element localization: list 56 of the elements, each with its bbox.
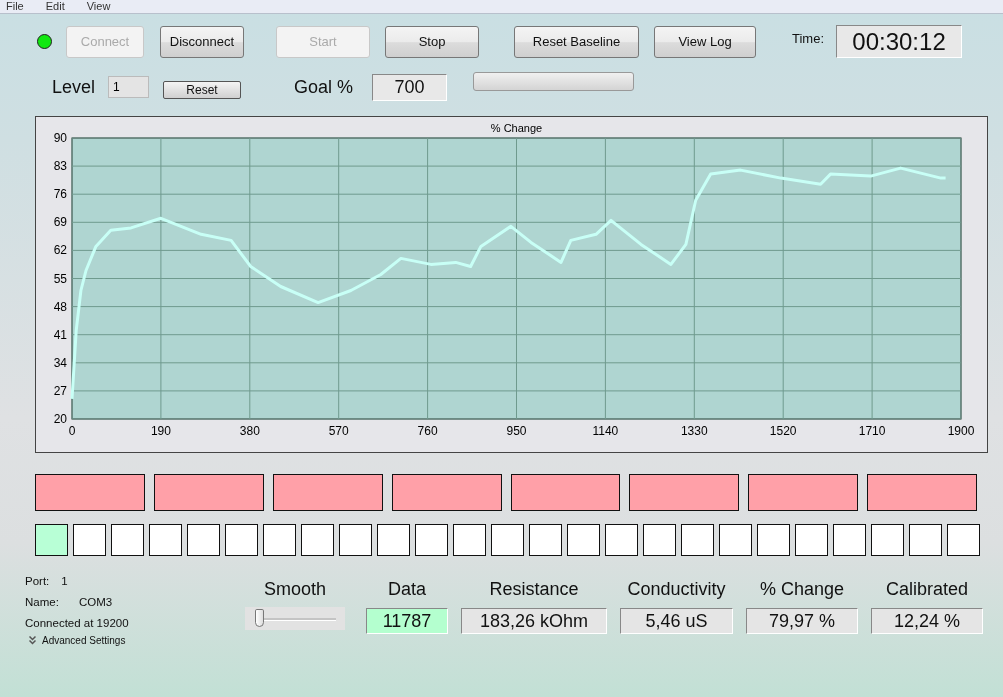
x-tick-label: 1900 [947, 424, 975, 438]
port-label: Port: [25, 574, 50, 587]
menu-item[interactable]: Edit [45, 0, 65, 13]
reset-button[interactable]: Reset [163, 81, 242, 99]
level-field[interactable]: 1 [108, 76, 150, 98]
readout-label: % Change [759, 579, 845, 601]
x-tick-label: 1330 [680, 424, 708, 438]
y-tick-label: 20 [53, 412, 67, 426]
x-tick-label: 1520 [769, 424, 797, 438]
y-tick-label: 48 [53, 299, 67, 314]
readout-label: Resistance [489, 579, 579, 601]
smooth-label: Smooth [263, 579, 326, 600]
toolbar-button[interactable]: Reset Baseline [514, 25, 639, 58]
x-tick-label: 1140 [592, 424, 619, 438]
x-tick-label: 190 [150, 424, 171, 438]
x-tick-label: 950 [506, 424, 527, 438]
y-tick-label: 76 [53, 187, 67, 202]
toolbar-button[interactable]: Stop [385, 25, 479, 58]
time-display: 00:30:12 [836, 25, 963, 58]
time-label: Time: [792, 31, 825, 46]
y-tick-label: 62 [53, 243, 67, 258]
readout-value: 12,24 % [871, 608, 983, 634]
level-label: Level [52, 76, 96, 98]
y-tick-label: 69 [53, 215, 67, 230]
smooth-slider[interactable] [245, 607, 345, 630]
goal-display: 700 [372, 73, 448, 101]
advanced-settings-link[interactable]: Advanced Settings [42, 635, 126, 646]
y-tick-label: 90 [53, 131, 67, 145]
x-tick-label: 1710 [858, 424, 886, 438]
y-tick-label: 27 [53, 383, 67, 398]
readout-value: 183,26 kOhm [461, 608, 607, 634]
readout-value: 79,97 % [746, 608, 858, 634]
port-value: 1 [61, 574, 68, 587]
toolbar-button[interactable]: View Log [654, 25, 756, 58]
name-value: COM3 [78, 595, 113, 608]
name-label: Name: [25, 595, 59, 608]
goal-label: Goal % [294, 76, 354, 98]
double-chevron-icon [29, 636, 36, 645]
x-tick-label: 380 [239, 424, 260, 438]
connection-status: Connected at 19200 [25, 616, 129, 629]
readout-label: Conductivity [627, 579, 726, 601]
readout-value: 11787 [366, 608, 448, 634]
readout-value: 5,46 uS [620, 608, 733, 634]
x-tick-label: 0 [68, 424, 76, 438]
menu-item[interactable]: File [6, 0, 24, 13]
readout-label: Data [388, 579, 426, 601]
y-tick-label: 34 [53, 355, 67, 370]
x-tick-label: 570 [328, 424, 349, 438]
y-tick-label: 41 [53, 327, 67, 342]
readout-label: Calibrated [885, 579, 968, 601]
toolbar-button[interactable]: Disconnect [160, 25, 244, 58]
menu-item[interactable]: View [86, 0, 111, 13]
y-tick-label: 55 [53, 271, 67, 286]
y-tick-label: 83 [53, 159, 67, 174]
x-tick-label: 760 [417, 424, 438, 438]
chart-title: % Change [490, 122, 543, 134]
